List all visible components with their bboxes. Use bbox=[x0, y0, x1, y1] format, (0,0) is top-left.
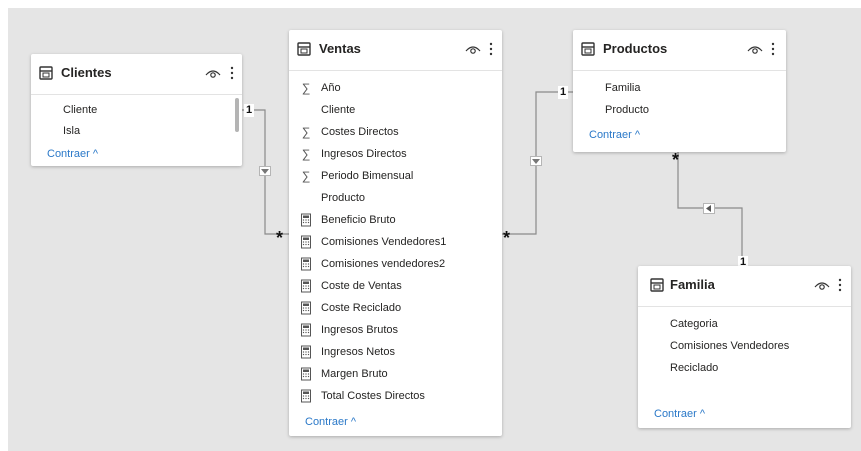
field-row[interactable]: ∑ Periodo Bimensual bbox=[289, 166, 502, 188]
field-label: Reciclado bbox=[670, 362, 719, 374]
field-label: Comisiones vendedores2 bbox=[321, 258, 446, 270]
collapse-link[interactable]: Contraer ^ bbox=[305, 416, 356, 428]
field-label: Ingresos Directos bbox=[321, 148, 407, 160]
calculator-icon bbox=[301, 235, 311, 249]
table-icon bbox=[297, 42, 311, 56]
relationship-cardinality-one: 1 bbox=[558, 86, 569, 99]
field-label: Producto bbox=[605, 104, 650, 116]
field-row[interactable]: Coste de Ventas bbox=[289, 276, 502, 298]
field-label: Coste de Ventas bbox=[321, 280, 402, 292]
field-row[interactable]: Comisiones Vendedores bbox=[638, 336, 851, 358]
sigma-icon: ∑ bbox=[301, 81, 311, 95]
field-row[interactable]: Producto bbox=[573, 100, 786, 122]
table-card-productos[interactable]: Productos Familia Producto Contraer ^ bbox=[573, 30, 786, 152]
table-icon bbox=[581, 42, 595, 56]
table-title: Productos bbox=[603, 41, 668, 56]
field-row[interactable]: Comisiones Vendedores1 bbox=[289, 232, 502, 254]
table-header[interactable]: Productos bbox=[573, 30, 786, 71]
field-row[interactable]: Familia bbox=[573, 78, 786, 100]
visibility-eye-icon[interactable] bbox=[747, 42, 763, 56]
field-row[interactable]: ∑ Ingresos Directos bbox=[289, 144, 502, 166]
collapse-link[interactable]: Contraer ^ bbox=[47, 148, 98, 160]
more-options-icon[interactable] bbox=[487, 40, 495, 58]
field-label: Ingresos Brutos bbox=[321, 324, 399, 336]
table-card-familia[interactable]: Familia Categoria Comisiones Vendedores … bbox=[638, 266, 851, 428]
field-label: Cliente bbox=[321, 104, 356, 116]
field-row[interactable]: ∑ Costes Directos bbox=[289, 122, 502, 144]
table-icon bbox=[39, 66, 53, 80]
field-row[interactable]: Cliente bbox=[31, 100, 242, 122]
field-row[interactable]: Producto bbox=[289, 188, 502, 210]
relationship-cardinality-many: * bbox=[276, 228, 284, 248]
field-label: Beneficio Bruto bbox=[321, 214, 396, 226]
calculator-icon bbox=[301, 367, 311, 381]
visibility-eye-icon[interactable] bbox=[814, 278, 830, 292]
field-label: Año bbox=[321, 82, 341, 94]
table-card-ventas[interactable]: Ventas ∑ Año Cliente ∑ Costes Directos ∑ Ingre… bbox=[289, 30, 502, 436]
field-label: Ingresos Netos bbox=[321, 346, 395, 358]
calculator-icon bbox=[301, 257, 311, 271]
field-row[interactable]: Margen Bruto bbox=[289, 364, 502, 386]
field-row[interactable]: Beneficio Bruto bbox=[289, 210, 502, 232]
field-label: Total Costes Directos bbox=[321, 390, 425, 402]
field-label: Categoria bbox=[670, 318, 718, 330]
field-label: Producto bbox=[321, 192, 366, 204]
field-row[interactable]: ∑ Año bbox=[289, 78, 502, 100]
field-label: Periodo Bimensual bbox=[321, 170, 414, 182]
calculator-icon bbox=[301, 301, 311, 315]
field-row[interactable]: Isla bbox=[31, 121, 242, 143]
table-card-clientes[interactable]: Clientes Cliente Isla Contraer ^ bbox=[31, 54, 242, 166]
scrollbar[interactable] bbox=[235, 98, 239, 132]
more-options-icon[interactable] bbox=[769, 40, 777, 58]
field-label: Margen Bruto bbox=[321, 368, 388, 380]
relationship-cardinality-one: 1 bbox=[244, 104, 255, 117]
calculator-icon bbox=[301, 213, 311, 227]
field-row[interactable]: Comisiones vendedores2 bbox=[289, 254, 502, 276]
calculator-icon bbox=[301, 389, 311, 403]
sigma-icon: ∑ bbox=[301, 147, 311, 161]
table-title: Familia bbox=[670, 277, 715, 292]
table-header[interactable]: Familia bbox=[638, 266, 851, 307]
relationship-cardinality-many: * bbox=[672, 150, 680, 170]
more-options-icon[interactable] bbox=[836, 276, 844, 294]
calculator-icon bbox=[301, 279, 311, 293]
field-row[interactable]: Cliente bbox=[289, 100, 502, 122]
table-header[interactable]: Clientes bbox=[31, 54, 242, 95]
relationship-direction-icon[interactable] bbox=[703, 203, 715, 214]
field-row[interactable]: Ingresos Brutos bbox=[289, 320, 502, 342]
field-row[interactable]: Ingresos Netos bbox=[289, 342, 502, 364]
sigma-icon: ∑ bbox=[301, 125, 311, 139]
field-label: Comisiones Vendedores1 bbox=[321, 236, 447, 248]
field-label: Isla bbox=[63, 125, 81, 137]
field-label: Costes Directos bbox=[321, 126, 399, 138]
more-options-icon[interactable] bbox=[228, 64, 236, 82]
relationship-direction-icon[interactable] bbox=[259, 166, 271, 176]
table-icon bbox=[650, 278, 664, 292]
field-row[interactable]: Reciclado bbox=[638, 358, 851, 380]
relationship-cardinality-many: * bbox=[503, 228, 511, 248]
field-label: Familia bbox=[605, 82, 641, 94]
field-row[interactable]: Total Costes Directos bbox=[289, 386, 502, 408]
relationship-direction-icon[interactable] bbox=[530, 156, 542, 166]
sigma-icon: ∑ bbox=[301, 169, 311, 183]
visibility-eye-icon[interactable] bbox=[465, 42, 481, 56]
table-title: Clientes bbox=[61, 65, 112, 80]
collapse-link[interactable]: Contraer ^ bbox=[654, 408, 705, 420]
collapse-link[interactable]: Contraer ^ bbox=[589, 129, 640, 141]
field-label: Coste Reciclado bbox=[321, 302, 402, 314]
table-title: Ventas bbox=[319, 41, 361, 56]
field-label: Cliente bbox=[63, 104, 98, 116]
field-row[interactable]: Categoria bbox=[638, 314, 851, 336]
field-row[interactable]: Coste Reciclado bbox=[289, 298, 502, 320]
field-label: Comisiones Vendedores bbox=[670, 340, 790, 352]
calculator-icon bbox=[301, 345, 311, 359]
visibility-eye-icon[interactable] bbox=[205, 66, 221, 80]
table-header[interactable]: Ventas bbox=[289, 30, 502, 71]
calculator-icon bbox=[301, 323, 311, 337]
